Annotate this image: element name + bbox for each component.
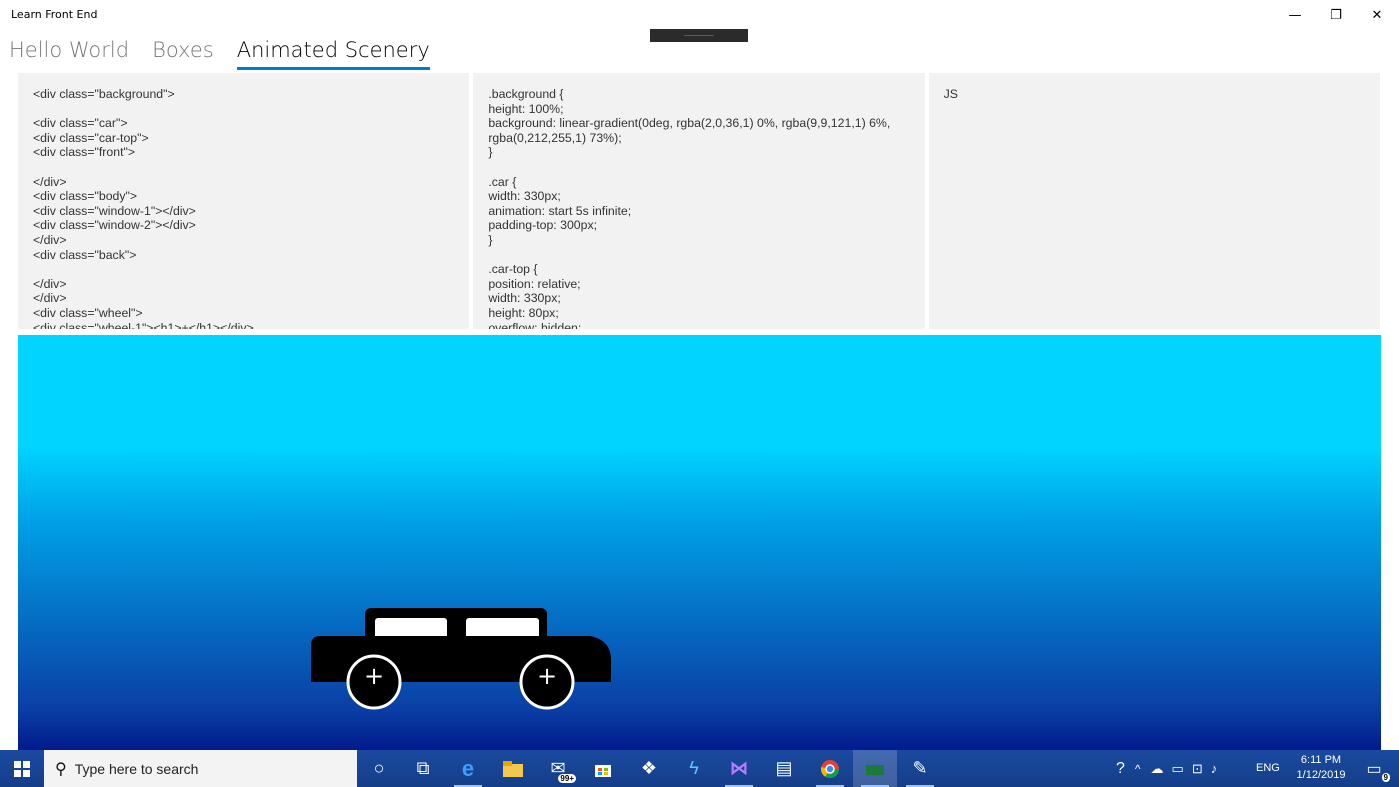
- system-tray: ? ^ ☁ ▭ ⊡ ♪: [1116, 750, 1217, 787]
- tab-boxes[interactable]: Boxes: [152, 38, 214, 70]
- html-editor[interactable]: <div class="background"> <div class="car…: [18, 73, 470, 329]
- chrome-icon[interactable]: [808, 750, 852, 787]
- taskbar-search[interactable]: ⚲: [44, 750, 357, 787]
- network-icon[interactable]: ⊡: [1192, 761, 1203, 777]
- task-view-icon[interactable]: ⧉: [401, 750, 445, 787]
- volume-icon[interactable]: ♪: [1211, 761, 1218, 776]
- visual-studio-icon[interactable]: ⋈: [717, 750, 761, 787]
- paint-icon[interactable]: ✎: [898, 750, 942, 787]
- clock[interactable]: 6:11 PM 1/12/2019: [1290, 753, 1352, 783]
- wheel-2-plus: +: [536, 662, 558, 690]
- file-explorer-icon[interactable]: [491, 750, 535, 787]
- battery-icon[interactable]: ▭: [1172, 761, 1184, 777]
- maximize-button[interactable]: ❐: [1313, 0, 1359, 30]
- minimize-button[interactable]: —: [1272, 0, 1318, 30]
- taskbar: ⚲ ○ ⧉ e ✉99+ ❖ ϟ ⋈ ▤ ✎ ? ^ ☁ ▭ ⊡ ♪ ENG 6…: [0, 750, 1399, 787]
- clock-time: 6:11 PM: [1300, 754, 1342, 766]
- onedrive-icon[interactable]: ☁: [1151, 761, 1164, 777]
- wheel-1-plus: +: [363, 662, 385, 690]
- chevron-up-icon[interactable]: ^: [1135, 762, 1141, 776]
- js-editor[interactable]: JS: [928, 73, 1380, 329]
- css-editor[interactable]: .background { height: 100%; background: …: [473, 73, 925, 329]
- dropbox-icon[interactable]: ❖: [627, 750, 671, 787]
- mail-icon[interactable]: ✉ 99+: [536, 750, 580, 787]
- language-indicator[interactable]: ENG: [1256, 762, 1280, 774]
- close-button[interactable]: ✕: [1354, 0, 1399, 30]
- title-bar: Learn Front End — ❐ ✕: [0, 0, 1399, 42]
- search-input[interactable]: [74, 760, 335, 777]
- app-title: Learn Front End: [11, 8, 98, 21]
- mail-badge: 99+: [558, 774, 576, 783]
- windows-start-icon: [14, 760, 30, 777]
- visual-studio-code-icon[interactable]: ϟ: [672, 750, 716, 787]
- notification-badge: 9: [1381, 773, 1390, 782]
- start-button[interactable]: [0, 750, 44, 787]
- action-center-icon[interactable]: ▭ 9: [1352, 750, 1396, 787]
- code-editors: <div class="background"> <div class="car…: [18, 73, 1380, 329]
- cortana-icon[interactable]: ○: [357, 750, 401, 787]
- search-icon: ⚲: [55, 760, 67, 778]
- car-illustration: [311, 608, 611, 710]
- tab-hello-world[interactable]: Hello World: [9, 38, 129, 70]
- help-icon[interactable]: ?: [1116, 760, 1125, 778]
- edge-icon[interactable]: e: [446, 750, 490, 787]
- tab-animated-scenery[interactable]: Animated Scenery: [236, 38, 430, 70]
- learn-front-end-icon[interactable]: [853, 750, 897, 787]
- clock-date: 1/12/2019: [1296, 769, 1346, 781]
- printer-app-icon[interactable]: ▤: [762, 750, 806, 787]
- scene-preview: + +: [18, 335, 1381, 750]
- compact-overlay-handle[interactable]: [650, 29, 748, 42]
- lesson-tabs: Hello World Boxes Animated Scenery: [9, 38, 430, 72]
- store-icon[interactable]: [581, 750, 625, 787]
